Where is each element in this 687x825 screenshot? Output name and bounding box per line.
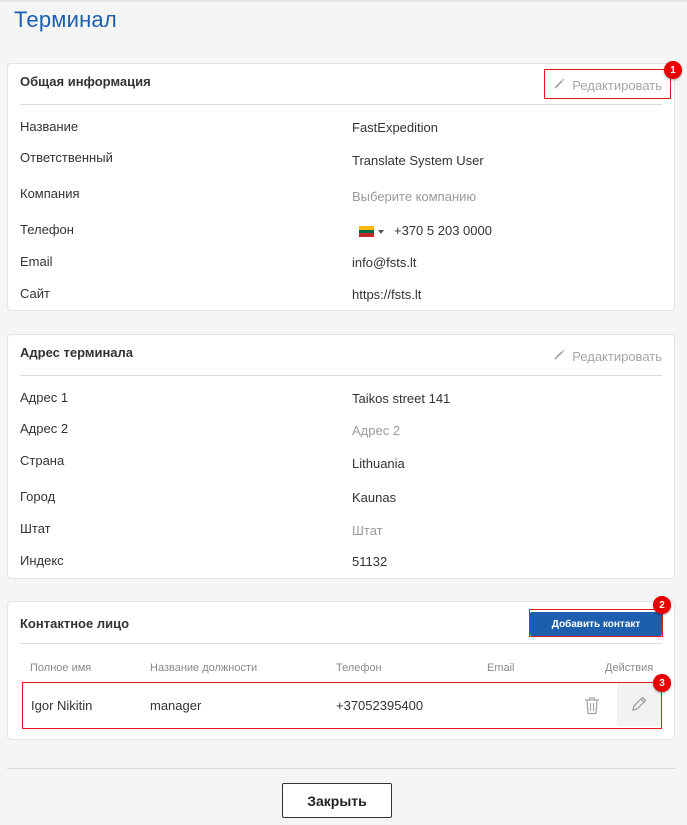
address2-label: Адрес 2 [20,421,69,436]
contact-divider [20,643,662,644]
chevron-down-icon[interactable] [378,230,384,234]
footer-divider [7,768,675,769]
contact-position: manager [150,698,202,713]
city-value: Kaunas [352,490,397,505]
trash-icon[interactable] [583,695,601,715]
col-fullname-header: Полное имя [30,662,92,674]
company-select[interactable]: Выберите компанию [352,189,476,204]
country-label: Страна [20,453,65,468]
site-value: https://fsts.lt [352,287,422,302]
top-divider [0,0,687,2]
contact-title: Контактное лицо [20,616,130,631]
pencil-icon [553,348,566,364]
address-card: Адрес терминала Редактировать Адрес 1 Ta… [7,334,675,579]
callout-badge-1: 1 [664,61,682,79]
country-value: Lithuania [352,456,405,471]
company-label: Компания [20,186,80,201]
responsible-label: Ответственный [20,150,113,165]
flag-stripe-red [359,233,374,238]
address-divider [20,375,662,376]
address1-label: Адрес 1 [20,390,69,405]
site-label: Сайт [20,286,50,301]
general-info-title: Общая информация [20,74,151,89]
state-value: Штат [352,523,383,538]
general-info-card: Общая информация Редактировать Название … [7,63,675,311]
responsible-value: Translate System User [352,153,484,168]
callout-badge-3: 3 [653,674,671,692]
state-label: Штат [20,521,51,536]
pencil-icon [553,77,566,93]
zip-label: Индекс [20,553,64,568]
general-divider [20,104,662,105]
contact-card: Контактное лицо Добавить контакт Полное … [7,601,675,740]
phone-value[interactable]: +370 5 203 0000 [394,223,492,238]
city-label: Город [20,489,56,504]
email-value: info@fsts.lt [352,255,417,270]
address-edit-label: Редактировать [572,348,662,364]
general-edit-button[interactable]: Редактировать [553,77,662,93]
country-flag-icon[interactable] [359,226,374,238]
contact-phone: +37052395400 [336,698,424,713]
col-phone-header: Телефон [336,662,382,674]
contact-name: Igor Nikitin [31,698,93,713]
name-value: FastExpedition [352,120,438,135]
col-email-header: Email [487,662,515,674]
general-edit-label: Редактировать [572,77,662,93]
col-position-header: Название должности [150,662,258,674]
page-title: Терминал [14,7,117,32]
address2-value: Адрес 2 [352,423,401,438]
col-actions-header: Действия [605,662,654,674]
address1-value: Taikos street 141 [352,391,451,406]
email-label: Email [20,254,53,269]
callout-badge-2: 2 [653,596,671,614]
address-title: Адрес терминала [20,345,134,360]
close-button[interactable]: Закрыть [282,783,392,818]
add-contact-button[interactable]: Добавить контакт [530,612,662,636]
phone-label: Телефон [20,222,74,237]
name-label: Название [20,119,79,134]
address-edit-button[interactable]: Редактировать [553,348,662,364]
zip-value: 51132 [352,554,388,569]
